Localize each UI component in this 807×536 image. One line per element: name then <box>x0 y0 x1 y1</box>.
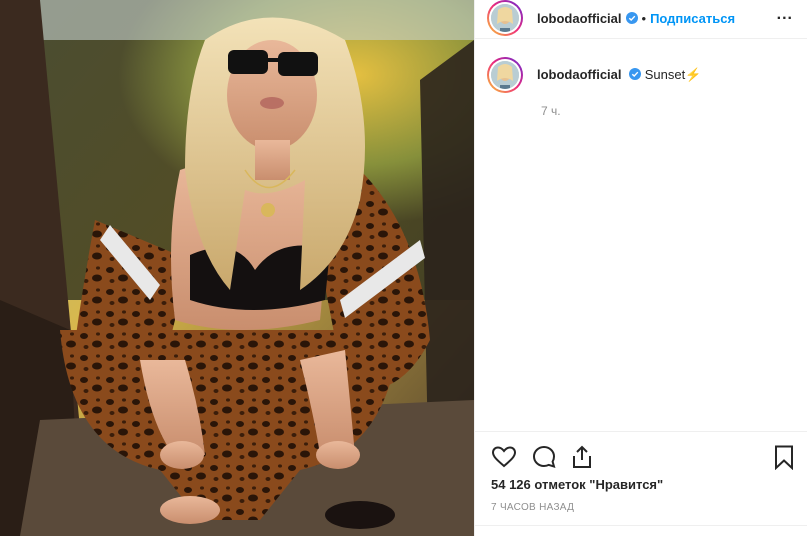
caption-text-block: lobodaofficial Sunset⚡ <box>537 66 701 93</box>
likes-count[interactable]: 54 126 отметок "Нравится" <box>491 477 663 492</box>
post-timestamp[interactable]: 7 ЧАСОВ НАЗАД <box>491 502 574 513</box>
avatar-image <box>491 61 519 89</box>
post-side-panel: lobodaofficial • Подписаться ... lobodao… <box>474 0 807 536</box>
caption-username[interactable]: lobodaofficial <box>537 67 622 82</box>
caption-time[interactable]: 7 ч. <box>541 104 807 118</box>
lightning-emoji-icon: ⚡ <box>685 67 702 82</box>
post-image <box>0 0 474 536</box>
author-avatar[interactable] <box>487 0 523 36</box>
caption-author-avatar[interactable] <box>487 57 523 93</box>
verified-badge-icon <box>629 68 642 80</box>
share-icon[interactable] <box>569 444 595 470</box>
author-username[interactable]: lobodaofficial <box>537 11 622 26</box>
header-separator: • <box>641 10 647 26</box>
comment-divider <box>475 525 807 526</box>
more-options-icon[interactable]: ... <box>777 6 793 24</box>
bookmark-icon[interactable] <box>771 444 797 470</box>
post-header: lobodaofficial • Подписаться ... <box>475 0 807 39</box>
action-bar <box>475 431 807 480</box>
post-view: lobodaofficial • Подписаться ... lobodao… <box>0 0 807 536</box>
heart-icon[interactable] <box>491 444 517 470</box>
follow-button[interactable]: Подписаться <box>650 11 735 26</box>
caption-text: Sunset <box>644 67 686 82</box>
caption-comment: lobodaofficial Sunset⚡ <box>475 39 807 93</box>
avatar-image <box>491 4 519 32</box>
comment-icon[interactable] <box>531 444 557 470</box>
post-photo[interactable] <box>0 0 474 536</box>
verified-badge-icon <box>625 12 638 24</box>
